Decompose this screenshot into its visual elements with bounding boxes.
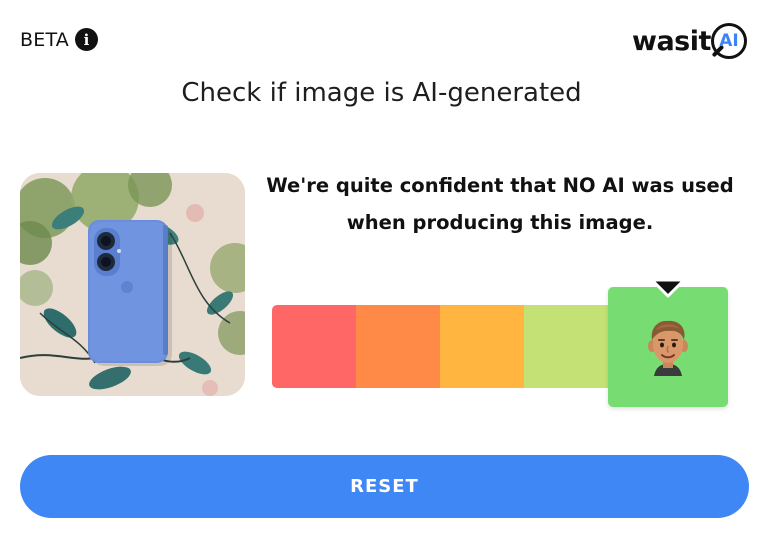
logo-wordmark: wasit	[632, 26, 711, 57]
page-title: Check if image is AI-generated	[181, 78, 582, 108]
beta-badge: BETA i	[20, 28, 98, 51]
scale-segment-unsure	[440, 305, 524, 388]
verdict-text: We're quite confident that NO AI was use…	[262, 167, 738, 241]
scale-segment-likely-human	[524, 305, 608, 388]
human-face-icon	[648, 320, 688, 376]
reset-button[interactable]: RESET	[20, 455, 749, 518]
scale-pointer-icon	[650, 278, 686, 298]
info-icon[interactable]: i	[74, 28, 98, 51]
verdict-line-2: when producing this image.	[346, 211, 654, 234]
phone-photo-icon	[20, 173, 245, 396]
scale-segment-ai	[272, 305, 356, 388]
beta-label: BETA	[20, 28, 69, 51]
scale-segment-likely-ai	[356, 305, 440, 388]
uploaded-image-thumbnail	[20, 173, 245, 396]
magnifier-icon: AI	[711, 23, 747, 59]
verdict-line-1: We're quite confident that NO AI was use…	[266, 174, 734, 197]
wasitai-logo[interactable]: wasit AI	[632, 22, 757, 66]
